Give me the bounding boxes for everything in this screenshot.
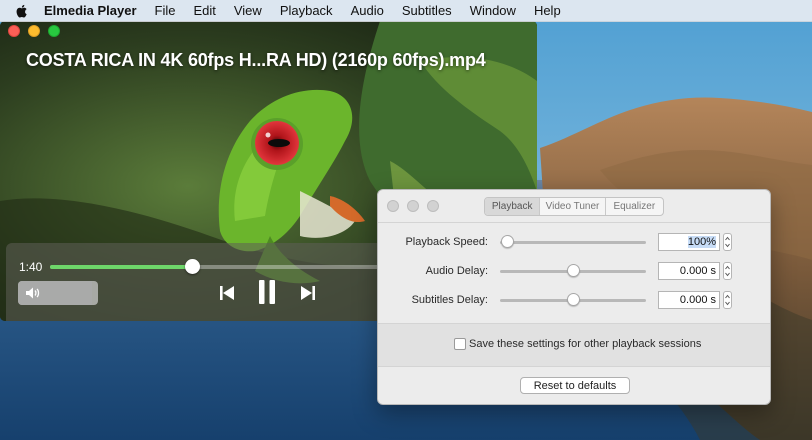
menu-playback[interactable]: Playback [280,3,333,18]
menu-view[interactable]: View [234,3,262,18]
menu-bar: Elmedia Player File Edit View Playback A… [0,0,812,22]
menu-audio[interactable]: Audio [351,3,384,18]
panel-close-icon[interactable] [387,200,399,212]
playback-speed-slider[interactable] [500,241,646,244]
tab-equalizer[interactable]: Equalizer [606,198,663,215]
player-window-controls [8,25,60,37]
previous-icon[interactable] [217,283,237,303]
menu-file[interactable]: File [155,3,176,18]
panel-minimize-icon[interactable] [407,200,419,212]
playback-speed-value: 100% [687,236,716,248]
subtitles-delay-stepper[interactable] [723,291,732,309]
audio-delay-field[interactable]: 0.000 s [658,262,720,280]
apple-logo-icon[interactable] [14,3,30,19]
stepper-arrows-icon [725,265,730,277]
audio-delay-label: Audio Delay: [425,265,488,277]
tab-divider [378,222,770,223]
pause-icon[interactable] [256,279,278,305]
save-settings-label[interactable]: Save these settings for other playback s… [469,338,701,350]
playback-speed-field[interactable]: 100% [658,233,720,251]
panel-window-controls [387,200,439,212]
volume-icon [26,287,40,299]
minimize-icon[interactable] [28,25,40,37]
next-icon[interactable] [298,283,318,303]
subtitles-delay-field[interactable]: 0.000 s [658,291,720,309]
menu-edit[interactable]: Edit [193,3,215,18]
stepper-arrows-icon [725,294,730,306]
playback-speed-stepper[interactable] [723,233,732,251]
playback-speed-label: Playback Speed: [405,236,488,248]
video-title: COSTA RICA IN 4K 60fps H...RA HD) (2160p… [26,50,486,70]
elapsed-time: 1:40 [19,260,43,274]
save-settings-checkbox[interactable] [454,338,466,350]
panel-maximize-icon[interactable] [427,200,439,212]
subtitles-delay-label: Subtitles Delay: [411,294,488,306]
reset-defaults-button[interactable]: Reset to defaults [520,377,630,394]
subtitles-delay-knob[interactable] [567,293,580,306]
audio-delay-knob[interactable] [567,264,580,277]
audio-delay-stepper[interactable] [723,262,732,280]
playback-speed-knob[interactable] [501,235,515,248]
close-icon[interactable] [8,25,20,37]
footer-divider [378,366,770,367]
menu-window[interactable]: Window [470,3,516,18]
seek-progress [50,265,192,269]
menu-subtitles[interactable]: Subtitles [402,3,452,18]
settings-tabs: Playback Video Tuner Equalizer [484,197,664,216]
volume-slider[interactable] [18,281,98,305]
menu-app-name[interactable]: Elmedia Player [44,3,137,18]
tab-playback[interactable]: Playback [485,198,541,215]
seek-knob[interactable] [184,259,200,274]
maximize-icon[interactable] [48,25,60,37]
playback-settings-panel: Playback Video Tuner Equalizer Playback … [377,189,771,405]
menu-help[interactable]: Help [534,3,561,18]
stepper-arrows-icon [725,236,730,248]
tab-video-tuner[interactable]: Video Tuner [540,198,606,215]
